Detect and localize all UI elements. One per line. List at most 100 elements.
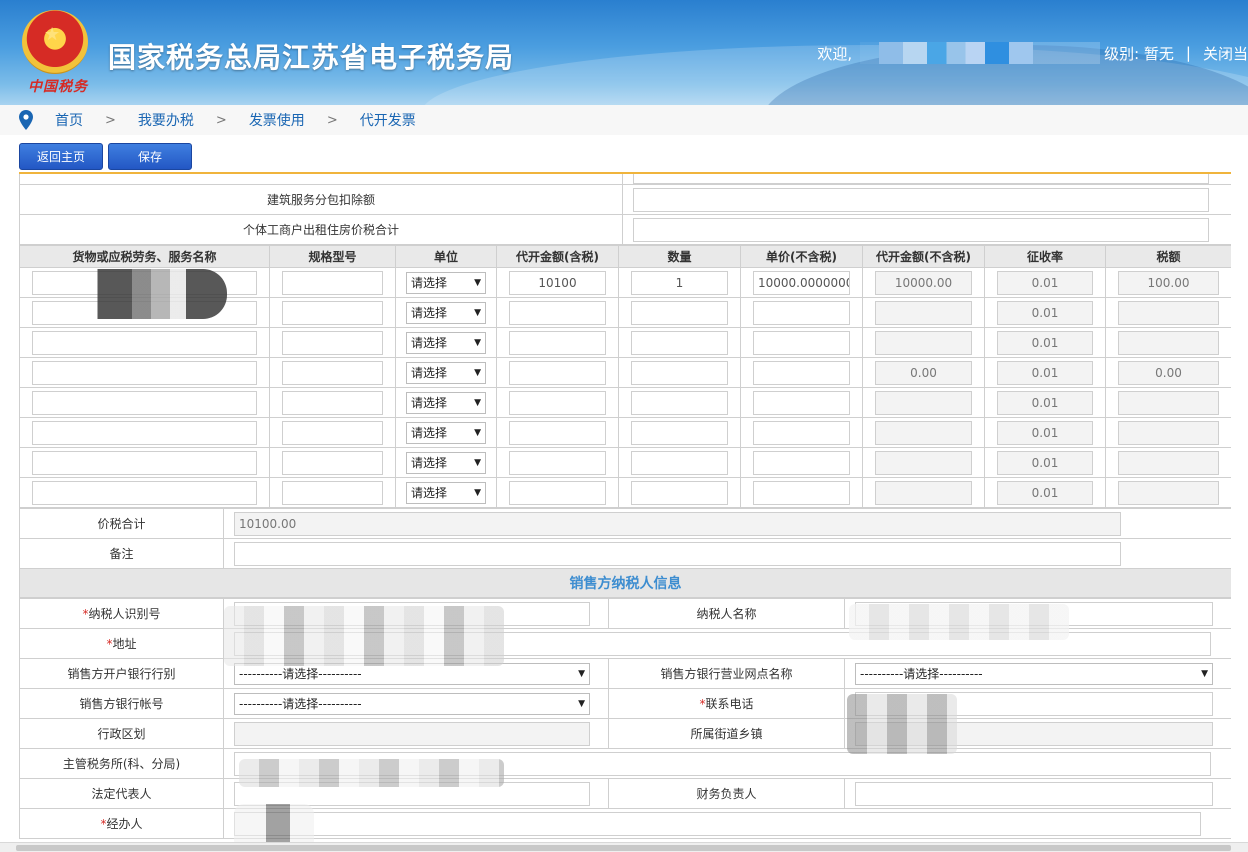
quantity-input[interactable] — [631, 300, 728, 325]
rate-cell: 0.01 — [984, 357, 1106, 388]
dropdown-arrow-icon: ▼ — [474, 457, 481, 468]
amount-incl-tax-cell — [496, 357, 619, 388]
rate-input: 0.01 — [997, 480, 1093, 505]
handler-input[interactable] — [234, 811, 1201, 836]
amount-incl-tax-input[interactable] — [509, 420, 606, 445]
unit-price-input[interactable]: 10000.0000000 — [753, 270, 850, 295]
unit-select[interactable]: 请选择 ▼ — [406, 451, 486, 474]
horizontal-scrollbar[interactable] — [0, 842, 1248, 852]
header-rate: 征收率 — [984, 245, 1106, 268]
item-row: 请选择 ▼ 0.01 — [19, 297, 1231, 328]
unit-price-input[interactable] — [753, 480, 850, 505]
unit-price-input[interactable] — [753, 300, 850, 325]
amount-incl-tax-input[interactable] — [509, 450, 606, 475]
bank-account-select[interactable]: ----------请选择---------- ▼ — [234, 692, 590, 715]
unit-select-value: 请选择 — [411, 426, 448, 440]
goods-name-input[interactable] — [32, 420, 257, 445]
quantity-input[interactable] — [631, 480, 728, 505]
dropdown-arrow-icon: ▼ — [474, 307, 481, 318]
quantity-input[interactable] — [631, 420, 728, 445]
spec-input[interactable] — [282, 270, 383, 295]
breadcrumb-home[interactable]: 首页 — [55, 110, 83, 130]
item-row: 请选择 ▼ 0.01 — [19, 447, 1231, 478]
tax-office-input[interactable] — [234, 751, 1211, 776]
unit-select[interactable]: 请选择 ▼ — [406, 301, 486, 324]
bank-type-value: ----------请选择---------- — [239, 667, 362, 681]
amount-incl-tax-input[interactable] — [509, 360, 606, 385]
unit-select[interactable]: 请选择 ▼ — [406, 361, 486, 384]
unit-price-input[interactable] — [753, 330, 850, 355]
unit-select[interactable]: 请选择 ▼ — [406, 271, 486, 294]
unit-select[interactable]: 请选择 ▼ — [406, 421, 486, 444]
rate-cell: 0.01 — [984, 417, 1106, 448]
phone-input[interactable] — [855, 691, 1213, 716]
goods-name-input[interactable] — [32, 270, 257, 295]
unit-select[interactable]: 请选择 ▼ — [406, 331, 486, 354]
street-cell — [844, 718, 1231, 749]
quantity-input[interactable] — [631, 390, 728, 415]
goods-name-input[interactable] — [32, 360, 257, 385]
branch-select[interactable]: ----------请选择---------- ▼ — [855, 662, 1213, 685]
quantity-cell — [618, 387, 741, 418]
goods-name-input[interactable] — [32, 330, 257, 355]
close-link[interactable]: 关闭当 — [1203, 43, 1248, 64]
region-cell — [223, 718, 609, 749]
spec-input[interactable] — [282, 300, 383, 325]
spec-input[interactable] — [282, 360, 383, 385]
amount-incl-tax-input[interactable] — [509, 390, 606, 415]
quantity-cell — [618, 477, 741, 508]
goods-name-input[interactable] — [32, 480, 257, 505]
address-input[interactable] — [234, 631, 1211, 656]
amount-incl-tax-cell — [496, 297, 619, 328]
amount-excl-tax-cell: 0.00 — [862, 357, 985, 388]
unit-select[interactable]: 请选择 ▼ — [406, 391, 486, 414]
quantity-input[interactable] — [631, 360, 728, 385]
spec-input[interactable] — [282, 420, 383, 445]
spec-input[interactable] — [282, 450, 383, 475]
unit-price-input[interactable] — [753, 450, 850, 475]
amount-excl-tax-input — [875, 420, 972, 445]
tax-id-input[interactable] — [234, 601, 590, 626]
unit-price-input[interactable] — [753, 360, 850, 385]
taxpayer-name-input[interactable] — [855, 601, 1213, 626]
spec-cell — [269, 357, 396, 388]
finance-input[interactable] — [855, 781, 1213, 806]
save-button[interactable]: 保存 — [108, 143, 192, 170]
breadcrumb-tax-handling[interactable]: 我要办税 — [138, 110, 194, 130]
spec-cell — [269, 477, 396, 508]
dropdown-arrow-icon: ▼ — [474, 367, 481, 378]
goods-name-input[interactable] — [32, 390, 257, 415]
back-home-button[interactable]: 返回主页 — [19, 143, 103, 170]
breadcrumb-issue-invoice[interactable]: 代开发票 — [360, 110, 416, 130]
subcontract-deduction-input[interactable] — [633, 187, 1209, 212]
street-input — [855, 721, 1213, 746]
quantity-input[interactable]: 1 — [631, 270, 728, 295]
unit-cell: 请选择 ▼ — [395, 417, 497, 448]
rate-input: 0.01 — [997, 330, 1093, 355]
header-amount-incl-tax: 代开金额(含税) — [496, 245, 619, 268]
remark-input[interactable] — [234, 541, 1121, 566]
amount-incl-tax-input[interactable]: 10100 — [509, 270, 606, 295]
scrollbar-thumb[interactable] — [16, 845, 1231, 851]
quantity-input[interactable] — [631, 450, 728, 475]
tax-input: 0.00 — [1118, 360, 1219, 385]
spec-input[interactable] — [282, 480, 383, 505]
goods-name-input[interactable] — [32, 450, 257, 475]
bank-type-select[interactable]: ----------请选择---------- ▼ — [234, 662, 590, 685]
breadcrumb-invoice-use[interactable]: 发票使用 — [249, 110, 305, 130]
goods-name-input[interactable] — [32, 300, 257, 325]
rate-input: 0.01 — [997, 360, 1093, 385]
rental-total-input[interactable] — [633, 217, 1209, 242]
unit-price-input[interactable] — [753, 420, 850, 445]
amount-incl-tax-input[interactable] — [509, 300, 606, 325]
quantity-input[interactable] — [631, 330, 728, 355]
spec-input[interactable] — [282, 390, 383, 415]
unit-select[interactable]: 请选择 ▼ — [406, 481, 486, 504]
amount-incl-tax-cell — [496, 447, 619, 478]
cut-off-row-input[interactable] — [633, 174, 1209, 184]
legal-rep-input[interactable] — [234, 781, 590, 806]
spec-input[interactable] — [282, 330, 383, 355]
amount-incl-tax-input[interactable] — [509, 480, 606, 505]
unit-price-input[interactable] — [753, 390, 850, 415]
amount-incl-tax-input[interactable] — [509, 330, 606, 355]
